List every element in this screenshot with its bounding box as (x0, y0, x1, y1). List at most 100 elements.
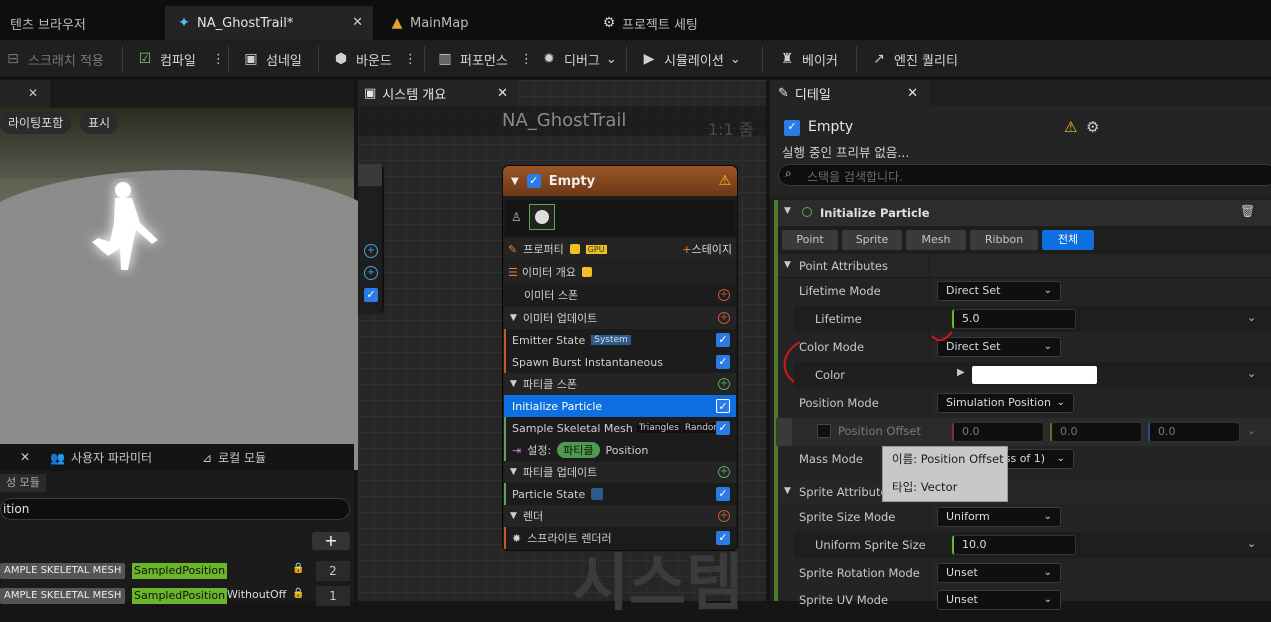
offset-x-input[interactable]: 0.0 (952, 422, 1044, 442)
sprite-rotation-mode-dropdown[interactable]: Unset ⌄ (937, 563, 1061, 583)
performance-button[interactable]: ▥ 퍼포먼스 ⋮ (436, 40, 533, 78)
properties-row[interactable]: ✎ 프로퍼티 GPU +스테이지 (504, 238, 736, 260)
add-module-icon[interactable]: + (718, 510, 730, 522)
collapse-icon[interactable]: ▼ (510, 379, 517, 389)
sprite-size-mode-dropdown[interactable]: Uniform ⌄ (937, 507, 1061, 527)
point-attributes-header[interactable]: ▼ Point Attributes (778, 254, 1271, 278)
enable-checkbox[interactable]: ✓ (716, 421, 730, 435)
warning-icon[interactable]: ⚠ (718, 173, 731, 189)
apply-scratch-button[interactable]: ⊟ 스크래치 적용 (4, 40, 104, 78)
filter-point[interactable]: Point (782, 230, 838, 250)
simulation-button[interactable]: ▶ 시뮬레이션 ⌄ (640, 40, 741, 78)
collapse-icon[interactable]: ▼ (511, 176, 519, 187)
more-icon[interactable]: ⋮ (520, 52, 533, 67)
sample-mesh-row[interactable]: Sample Skeletal Mesh Triangles Random ✓ (504, 417, 736, 439)
engine-quality-button[interactable]: ↗ 엔진 퀄리티 (870, 40, 958, 78)
more-icon[interactable]: ⋮ (404, 52, 417, 67)
particle-state-row[interactable]: Particle State ✓ (504, 483, 736, 505)
tab-details[interactable]: ✎ 디테일 ✕ (770, 80, 930, 106)
init-particle-header[interactable]: ▼ Initialize Particle 🗑 (778, 200, 1271, 226)
particle-spawn-row[interactable]: ▼ 파티클 스폰 + (504, 373, 736, 395)
tab-project-settings[interactable]: ⚙ 프로젝트 세팅 (590, 6, 790, 40)
close-icon[interactable]: ✕ (497, 86, 508, 101)
viewport-tab[interactable]: ✕ (0, 80, 50, 108)
thumbnail[interactable] (529, 204, 555, 230)
add-module-icon[interactable]: + (718, 378, 730, 390)
more-icon[interactable]: ⋮ (212, 52, 225, 67)
viewport-canvas[interactable]: 라이팅포함 표시 (0, 108, 400, 470)
collapse-icon[interactable]: ▼ (784, 206, 791, 216)
tab-system-overview[interactable]: ▣ 시스템 개요 ✕ (358, 80, 518, 106)
spawn-burst-row[interactable]: Spawn Burst Instantaneous ✓ (504, 351, 736, 373)
tab-user-parameters[interactable]: 👥 사용자 파라미터 (50, 444, 152, 471)
debug-button[interactable]: ✹ 디버그 ⌄ (540, 40, 617, 78)
filter-chip[interactable]: 성 모듈 (0, 474, 46, 492)
filter-sprite[interactable]: Sprite (842, 230, 902, 250)
add-icon[interactable]: + (364, 266, 378, 280)
override-checkbox[interactable] (817, 424, 831, 438)
bounds-button[interactable]: ⬢ 바운드 ⋮ (332, 40, 417, 78)
search-input[interactable]: ition (0, 498, 350, 520)
add-stage-button[interactable]: +스테이지 (682, 241, 732, 257)
enable-checkbox[interactable]: ✓ (716, 399, 730, 413)
param-row[interactable]: AMPLE SKELETAL MESH SampledPosition 🔒 2 (0, 561, 354, 581)
tab-local-modules[interactable]: ⊿ 로컬 모듈 (202, 444, 266, 471)
enable-checkbox[interactable]: ✓ (526, 174, 541, 188)
emitter-state-row[interactable]: Emitter State System ✓ (504, 329, 736, 351)
thumbnail-button[interactable]: ▣ 섬네일 (242, 40, 302, 78)
sprite-renderer-row[interactable]: ✸ 스프라이트 렌더러 ✓ (504, 527, 736, 549)
enable-checkbox[interactable]: ✓ (784, 120, 800, 136)
emitter-node-header[interactable]: ▼ ✓ Empty ⚠ (503, 166, 737, 196)
enable-checkbox[interactable]: ✓ (716, 531, 730, 545)
enable-checkbox[interactable]: ✓ (364, 288, 378, 302)
compile-button[interactable]: ☑ 컴파일 ⋮ (136, 40, 225, 78)
expand-icon[interactable]: ▶ (957, 367, 965, 378)
close-icon[interactable]: ✕ (20, 450, 30, 464)
color-swatch[interactable] (972, 366, 1097, 384)
trash-icon[interactable]: 🗑 (1240, 204, 1255, 218)
add-module-icon[interactable]: + (718, 289, 730, 301)
add-button[interactable]: + (312, 532, 350, 550)
add-module-icon[interactable]: + (718, 466, 730, 478)
filter-ribbon[interactable]: Ribbon (970, 230, 1038, 250)
tab-mainmap[interactable]: ▲ MainMap (378, 6, 578, 40)
filter-mesh[interactable]: Mesh (906, 230, 966, 250)
lifetime-input[interactable]: 5.0 (952, 309, 1076, 329)
param-row[interactable]: AMPLE SKELETAL MESH SampledPosition With… (0, 586, 354, 606)
add-module-icon[interactable]: + (718, 312, 730, 324)
sprite-uv-mode-dropdown[interactable]: Unset ⌄ (937, 590, 1061, 610)
enable-checkbox[interactable]: ✓ (716, 355, 730, 369)
collapse-icon[interactable]: ▼ (510, 511, 517, 521)
chevron-down-icon[interactable]: ⌄ (1247, 537, 1256, 550)
tab-ghosttrail[interactable]: ✦ NA_GhostTrail* ✕ (165, 6, 373, 40)
collapse-icon[interactable]: ▼ (510, 467, 517, 477)
enable-checkbox[interactable]: ✓ (716, 487, 730, 501)
uniform-sprite-size-input[interactable]: 10.0 (952, 535, 1076, 555)
collapse-icon[interactable]: ▼ (510, 313, 517, 323)
initialize-particle-row[interactable]: Initialize Particle ✓ (504, 395, 736, 417)
render-row[interactable]: ▼ 렌더 + (504, 505, 736, 527)
emitter-update-row[interactable]: ▼ 이미터 업데이트 + (504, 307, 736, 329)
particle-update-row[interactable]: ▼ 파티클 업데이트 + (504, 461, 736, 483)
chevron-down-icon[interactable]: ⌄ (1247, 424, 1256, 437)
set-position-row[interactable]: ⇥ 설정: 파티클 Position (504, 439, 736, 461)
add-icon[interactable]: + (364, 244, 378, 258)
lighting-button[interactable]: 라이팅포함 (0, 112, 72, 134)
chevron-down-icon[interactable]: ⌄ (1247, 367, 1256, 380)
offset-z-input[interactable]: 0.0 (1148, 422, 1240, 442)
emitter-spawn-row[interactable]: 이미터 스폰 + (504, 284, 736, 306)
collapse-icon[interactable]: ▼ (784, 260, 791, 270)
tab-content-browser[interactable]: 텐츠 브라우저 (0, 6, 165, 40)
stack-search[interactable]: ⌕ 스택을 검색합니다. (778, 164, 1271, 186)
close-icon[interactable]: ✕ (907, 86, 918, 101)
show-button[interactable]: 표시 (80, 112, 119, 134)
warning-icon[interactable]: ⚠ (1064, 118, 1077, 136)
position-mode-dropdown[interactable]: Simulation Position ⌄ (937, 393, 1074, 413)
offset-y-input[interactable]: 0.0 (1050, 422, 1142, 442)
lifetime-mode-dropdown[interactable]: Direct Set ⌄ (937, 281, 1061, 301)
baker-button[interactable]: ♜ 베이커 (778, 40, 838, 78)
sprite-attributes-header[interactable]: ▼ Sprite Attributes (778, 480, 1271, 504)
partial-node[interactable]: + + ✓ (358, 164, 384, 314)
chevron-down-icon[interactable]: ⌄ (1247, 311, 1256, 324)
filter-all[interactable]: 전체 (1042, 230, 1094, 250)
